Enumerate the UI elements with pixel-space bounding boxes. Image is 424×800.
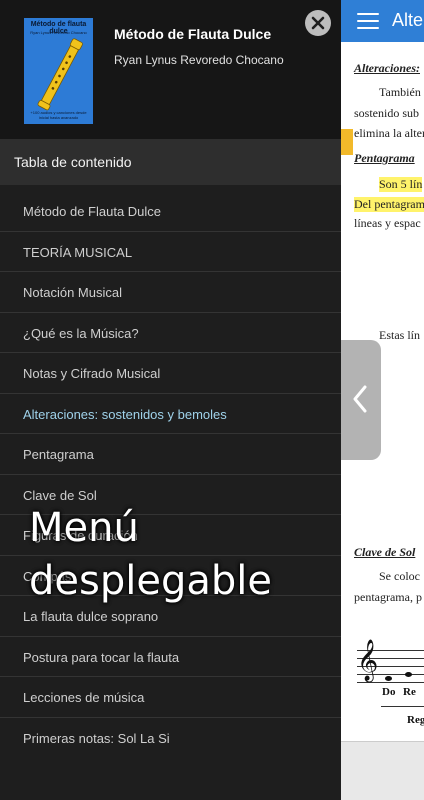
- doc-line: elimina la alter: [354, 126, 424, 140]
- toc-item[interactable]: ¿Qué es la Música?: [0, 313, 341, 353]
- doc-line: pentagrama, p: [354, 590, 422, 604]
- toc-item-label: Compás: [23, 568, 72, 584]
- toc-item-label: Notas y Cifrado Musical: [23, 366, 161, 381]
- toc-item-label: ¿Qué es la Música?: [23, 325, 139, 341]
- doc-line: líneas y espac: [354, 216, 421, 230]
- toc-item-label: Pentagrama: [23, 447, 94, 462]
- close-icon: [311, 16, 325, 30]
- toc-item-label: Notación Musical: [23, 285, 122, 300]
- toc-item[interactable]: Clave de Sol: [0, 475, 341, 515]
- toc-item[interactable]: La flauta dulce soprano: [0, 596, 341, 637]
- bookmark-tab[interactable]: [341, 129, 353, 155]
- treble-clef-icon: 𝄞: [357, 640, 379, 681]
- drawer-toggle-handle[interactable]: [341, 340, 381, 460]
- toc-item-label: Clave de Sol: [23, 487, 97, 503]
- doc-line: Se coloc: [379, 569, 420, 583]
- toc-item[interactable]: Lecciones de música: [0, 677, 341, 718]
- document-title: Alteraciones: sostenidos y bemoles: [392, 10, 424, 30]
- book-cover-image: Método de flauta dulce Ryan Lynus Revore…: [24, 18, 93, 124]
- toc-title: Tabla de contenido: [14, 154, 132, 170]
- cover-footer: +100 audios y canciones desde inicial ha…: [30, 110, 87, 120]
- doc-heading-alteraciones: Alteraciones:: [354, 61, 420, 75]
- toc-item[interactable]: Primeras notas: Sol La Si: [0, 718, 341, 759]
- toc-item-label: Primeras notas: Sol La Si: [23, 730, 170, 746]
- toc-item-label: TEORÍA MUSICAL: [23, 244, 133, 260]
- doc-heading-pentagrama: Pentagrama: [354, 151, 415, 165]
- hamburger-menu-icon[interactable]: [357, 13, 379, 29]
- toc-item-label: Lecciones de música: [23, 690, 145, 705]
- note-head-icon: [405, 672, 412, 677]
- note-label: Re: [403, 686, 416, 698]
- toc-item[interactable]: Figuras de duración: [0, 515, 341, 556]
- toc-item[interactable]: Compás: [0, 556, 341, 596]
- doc-line: Estas lín: [379, 328, 420, 342]
- toc-item-label: Método de Flauta Dulce: [23, 204, 162, 219]
- chevron-left-icon: [353, 385, 367, 413]
- book-author: Ryan Lynus Revoredo Chocano: [114, 53, 284, 67]
- book-title: Método de Flauta Dulce: [114, 26, 272, 42]
- toc-list: Método de Flauta Dulce TEORÍA MUSICAL No…: [0, 191, 341, 758]
- toc-item-label: La flauta dulce soprano: [23, 609, 159, 624]
- toc-item-active[interactable]: Alteraciones: sostenidos y bemoles: [0, 394, 341, 434]
- toc-item-label: Figuras de duración: [23, 528, 138, 543]
- toc-item-label: Alteraciones: sostenidos y bemoles: [23, 406, 227, 422]
- recorder-icon: [37, 38, 83, 111]
- note-head-icon: [385, 676, 392, 681]
- doc-highlight-line: Son 5 lín: [379, 177, 423, 192]
- doc-heading-clave-de-sol: Clave de Sol: [354, 545, 416, 559]
- partial-label: Reg: [407, 714, 424, 726]
- toc-item[interactable]: Pentagrama: [0, 434, 341, 475]
- toc-header: Tabla de contenido: [0, 139, 341, 185]
- note-label: Do: [382, 686, 396, 698]
- bracket-line: [381, 706, 424, 707]
- toc-item-label: Postura para tocar la flauta: [23, 649, 180, 665]
- toc-item[interactable]: Método de Flauta Dulce: [0, 191, 341, 232]
- doc-line: También: [379, 85, 421, 99]
- document-app-bar: Alteraciones: sostenidos y bemoles: [341, 0, 424, 42]
- toc-item[interactable]: TEORÍA MUSICAL: [0, 232, 341, 272]
- toc-item[interactable]: Notas y Cifrado Musical: [0, 353, 341, 394]
- toc-item[interactable]: Postura para tocar la flauta: [0, 637, 341, 677]
- document-bottom-bar: [341, 741, 424, 800]
- doc-highlight-line: Del pentagram: [354, 197, 424, 212]
- doc-line: sostenido sub: [354, 106, 420, 120]
- drawer-header: Método de flauta dulce Ryan Lynus Revore…: [0, 0, 341, 139]
- navigation-drawer: Método de flauta dulce Ryan Lynus Revore…: [0, 0, 341, 800]
- toc-item[interactable]: Notación Musical: [0, 272, 341, 313]
- close-button[interactable]: [305, 10, 331, 36]
